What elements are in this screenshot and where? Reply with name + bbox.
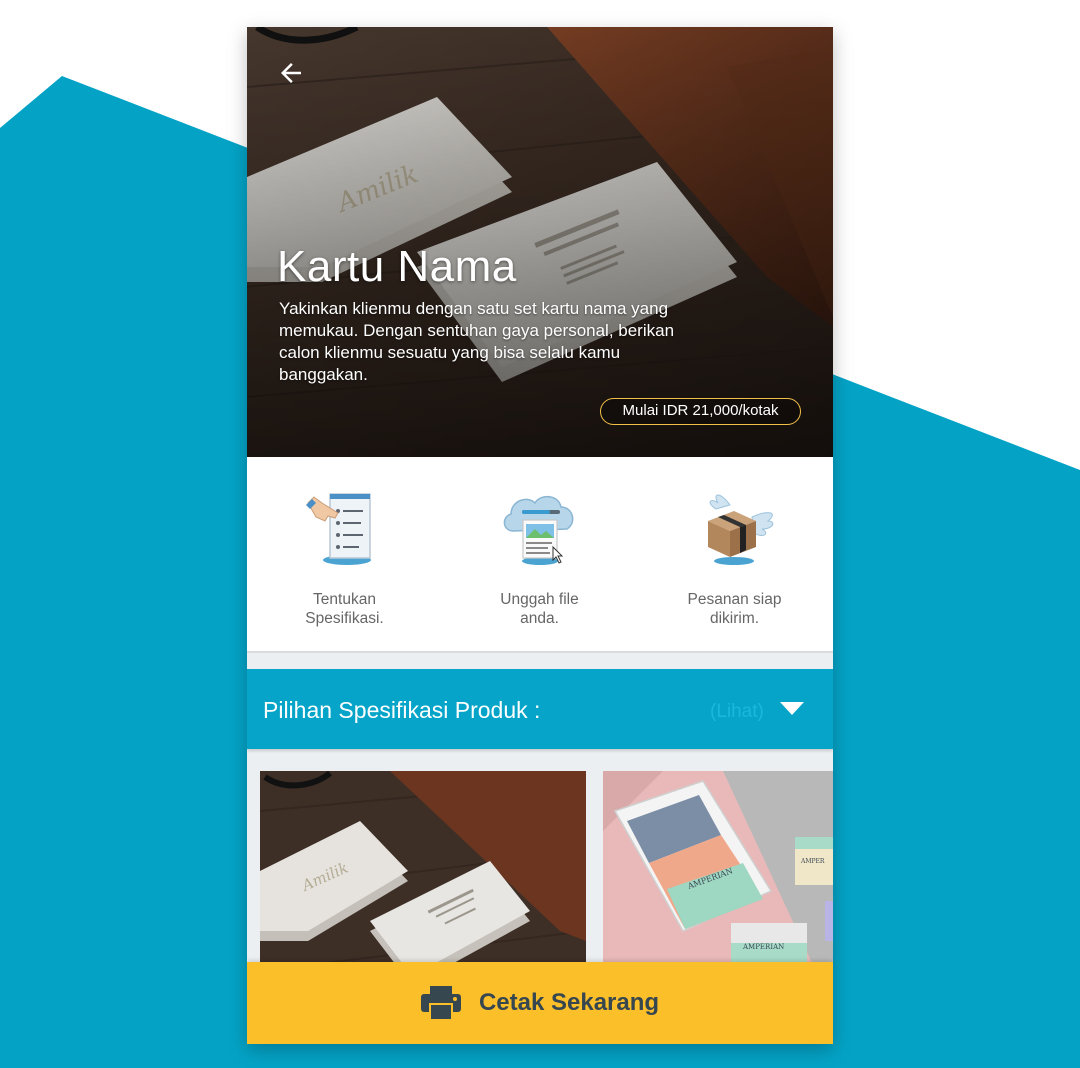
winged-box-icon — [707, 494, 773, 565]
hero-description: Yakinkan klienmu dengan satu set kartu n… — [279, 299, 675, 384]
spec-title: Pilihan Spesifikasi Produk : — [263, 697, 541, 723]
svg-text:AMPERIAN: AMPERIAN — [742, 943, 784, 951]
price-badge: Mulai IDR 21,000/kotak — [600, 398, 801, 425]
print-now-button[interactable]: Cetak Sekarang — [247, 962, 833, 1044]
step-label: Pesanan siap dikirim. — [687, 591, 782, 627]
back-button[interactable] — [273, 55, 309, 91]
phone-screen: Amilik Kartu Nama Yakinkan klienmu denga… — [247, 27, 833, 1044]
cloud-upload-icon — [503, 495, 573, 565]
see-link[interactable]: (Lihat) — [710, 701, 764, 723]
step-specification: Tentukan Spesifikasi. — [247, 457, 442, 651]
spec-options-toggle[interactable]: Pilihan Spesifikasi Produk : (Lihat) — [247, 669, 833, 749]
caret-down-icon — [780, 702, 804, 715]
step-upload: Unggah file anda. — [442, 457, 637, 651]
arrow-left-icon — [281, 63, 301, 83]
process-steps: Tentukan Spesifikasi. Unggah file anda. — [247, 457, 833, 653]
checklist-icon — [305, 493, 371, 565]
svg-text:AMPER: AMPER — [800, 858, 825, 865]
print-now-label: Cetak Sekarang — [478, 989, 660, 1016]
step-label: Unggah file anda. — [500, 591, 579, 627]
printer-icon — [420, 986, 461, 1020]
page-title: Kartu Nama — [277, 242, 517, 291]
step-delivery: Pesanan siap dikirim. — [637, 457, 832, 651]
hero-banner: Amilik Kartu Nama Yakinkan klienmu denga… — [247, 27, 833, 457]
step-label: Tentukan Spesifikasi. — [305, 591, 384, 627]
